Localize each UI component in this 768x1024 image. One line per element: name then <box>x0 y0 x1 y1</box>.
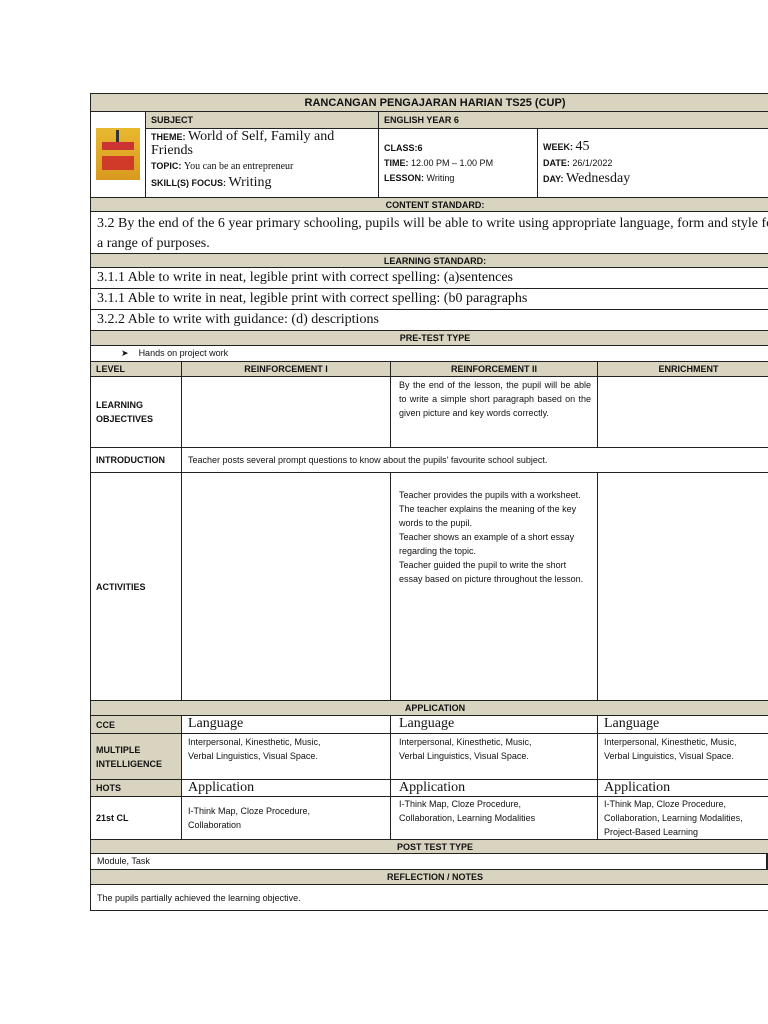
day-label: DAY: <box>543 174 564 184</box>
posttest-value: Module, Task <box>90 853 768 870</box>
subject-label: SUBJECT <box>145 111 379 129</box>
hots-label: HOTS <box>90 779 182 797</box>
theme-cell: THEME: World of Self, Family and Friends… <box>145 128 379 198</box>
content-standard-text: 3.2 By the end of the 6 year primary sch… <box>90 211 768 254</box>
pretest-row: ➤ Hands on project work <box>90 345 768 362</box>
subject-value: ENGLISH YEAR 6 <box>378 111 768 129</box>
21st-cl-label: 21st CL <box>90 796 182 840</box>
learning-standard-1: 3.1.1 Able to write in neat, legible pri… <box>90 267 768 289</box>
mi-enrichment: Interpersonal, Kinesthetic, Music, Verba… <box>597 733 768 780</box>
theme-label: THEME: <box>151 132 186 142</box>
pretest-header: PRE-TEST TYPE <box>90 330 768 346</box>
hots-reinforcement-2: Application <box>390 779 598 797</box>
plan-title: RANCANGAN PENGAJARAN HARIAN TS25 (CUP) <box>90 93 768 112</box>
time-label: TIME: <box>384 158 409 168</box>
class-label: CLASS: <box>384 143 418 153</box>
week-value: 45 <box>575 139 590 154</box>
topic-value: You can be an entrepreneur <box>183 161 294 172</box>
reinforcement-2-header: REINFORCEMENT II <box>390 361 598 377</box>
date-label: DATE: <box>543 158 570 168</box>
cce-reinforcement-2: Language <box>390 715 598 734</box>
reflection-text: The pupils partially achieved the learni… <box>90 884 768 911</box>
level-header: LEVEL <box>90 361 182 377</box>
multiple-intelligence-label: MULTIPLE INTELLIGENCE <box>90 733 182 780</box>
cce-label: CCE <box>90 715 182 734</box>
learning-objectives-label: LEARNING OBJECTIVES <box>90 376 182 448</box>
lo-reinforcement-1 <box>181 376 391 448</box>
content-standard-header: CONTENT STANDARD: <box>90 197 768 212</box>
hots-reinforcement-1: Application <box>181 779 391 797</box>
learning-standard-2: 3.1.1 Able to write in neat, legible pri… <box>90 288 768 310</box>
class-cell: CLASS:6 TIME: 12.00 PM – 1.00 PM LESSON:… <box>378 128 538 198</box>
lesson-value: Writing <box>426 173 455 183</box>
activity-item: Teacher guided the pupil to write the sh… <box>399 560 584 584</box>
mi-reinforcement-2: Interpersonal, Kinesthetic, Music, Verba… <box>390 733 598 780</box>
activity-item: Teacher provides the pupils with a works… <box>399 490 581 500</box>
posttest-header: POST TEST TYPE <box>90 839 768 854</box>
topic-label: TOPIC: <box>151 161 182 171</box>
learning-standard-3: 3.2.2 Able to write with guidance: (d) d… <box>90 309 768 331</box>
arrow-bullet-icon: ➤ <box>121 348 129 358</box>
lesson-label: LESSON: <box>384 173 425 183</box>
day-value: Wednesday <box>566 171 631 186</box>
activities-label: ACTIVITIES <box>90 472 182 701</box>
hots-enrichment: Application <box>597 779 768 797</box>
lo-enrichment <box>597 376 768 448</box>
cce-enrichment: Language <box>597 715 768 734</box>
cl-reinforcement-2: I-Think Map, Cloze Procedure, Collaborat… <box>390 796 598 840</box>
learning-standard-header: LEARNING STANDARD: <box>90 253 768 268</box>
mi-reinforcement-1: Interpersonal, Kinesthetic, Music, Verba… <box>181 733 391 780</box>
pretest-value: Hands on project work <box>138 348 229 358</box>
lo-reinforcement-2: By the end of the lesson, the pupil will… <box>390 376 598 448</box>
week-label: WEEK: <box>543 142 573 152</box>
cl-enrichment: I-Think Map, Cloze Procedure, Collaborat… <box>597 796 768 840</box>
reinforcement-1-header: REINFORCEMENT I <box>181 361 391 377</box>
skill-value: Writing <box>228 175 272 190</box>
cce-reinforcement-1: Language <box>181 715 391 734</box>
introduction-label: INTRODUCTION <box>90 447 182 473</box>
activity-item: The teacher explains the meaning of the … <box>399 504 577 528</box>
skill-label: SKILL(S) FOCUS: <box>151 178 226 188</box>
reflection-header: REFLECTION / NOTES <box>90 869 768 885</box>
textbook-cover-image <box>96 128 140 180</box>
activity-item: Teacher shows an example of a short essa… <box>399 532 575 556</box>
week-cell: WEEK: 45 DATE: 26/1/2022 DAY: Wednesday <box>537 128 768 198</box>
class-value: 6 <box>417 143 423 153</box>
cl-reinforcement-1: I-Think Map, Cloze Procedure, Collaborat… <box>181 796 391 840</box>
activities-reinforcement-1 <box>181 472 391 701</box>
date-value: 26/1/2022 <box>572 158 613 168</box>
activities-enrichment <box>597 472 768 701</box>
introduction-text: Teacher posts several prompt questions t… <box>181 447 768 473</box>
activities-reinforcement-2: Teacher provides the pupils with a works… <box>390 472 598 701</box>
time-value: 12.00 PM – 1.00 PM <box>411 158 494 168</box>
application-header: APPLICATION <box>90 700 768 716</box>
enrichment-header: ENRICHMENT <box>597 361 768 377</box>
